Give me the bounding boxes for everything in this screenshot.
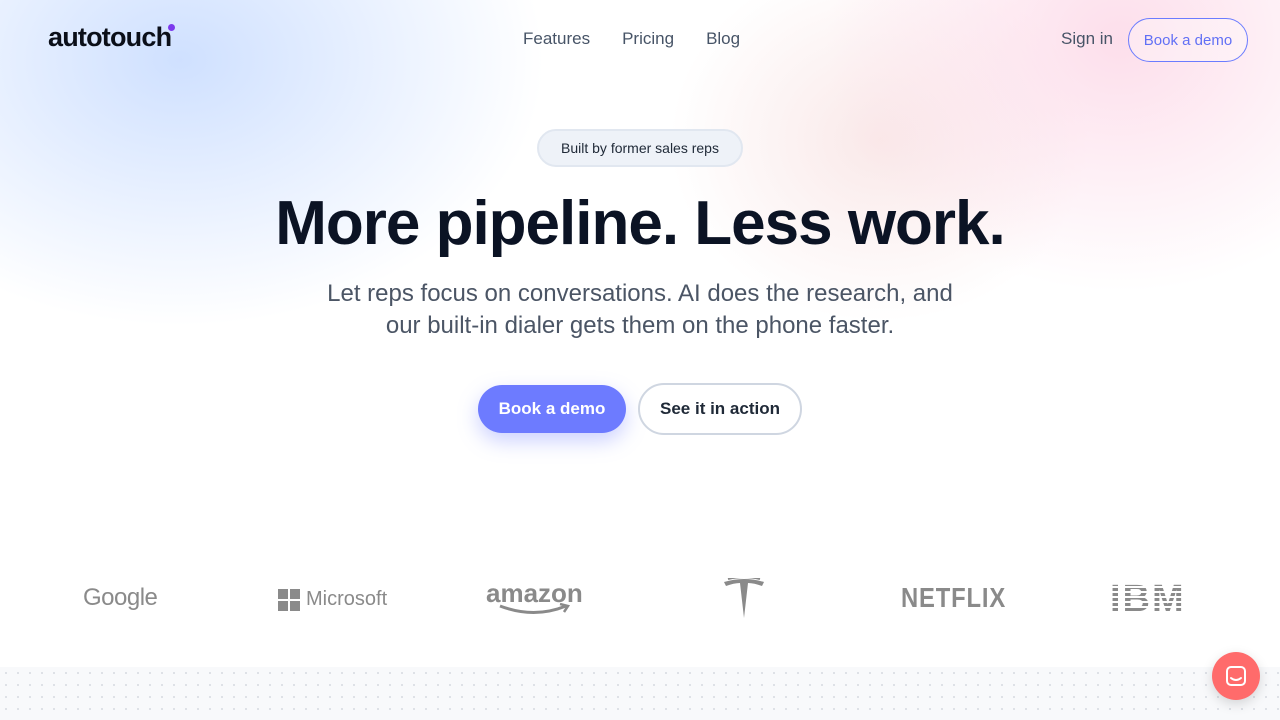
logo-dot-icon [168, 24, 176, 31]
nav-features[interactable]: Features [523, 29, 590, 49]
amazon-smile-icon [499, 603, 571, 614]
logo[interactable]: autotouch [48, 22, 176, 53]
hero-subtext: Let reps focus on conversations. AI does… [290, 278, 990, 342]
logo-text: autotouch [48, 22, 172, 52]
hero-book-demo-button[interactable]: Book a demo [478, 385, 626, 433]
hero-subtext-line-1: Let reps focus on conversations. AI does… [327, 280, 953, 307]
amazon-logo: amazon [486, 578, 583, 615]
main-nav: Features Pricing Blog [523, 29, 740, 49]
microsoft-grid-icon [278, 588, 300, 611]
google-logo: Google [83, 584, 158, 611]
hero-background [0, 0, 1280, 520]
chat-launcher-button[interactable] [1212, 652, 1260, 700]
tesla-logo-icon [722, 578, 766, 620]
see-in-action-button[interactable]: See it in action [638, 383, 802, 435]
hero-badge: Built by former sales reps [537, 129, 743, 167]
ibm-logo: IBM [1110, 578, 1186, 620]
netflix-logo: NETFLIX [901, 582, 1007, 613]
chat-bubble-icon [1226, 666, 1246, 686]
header-book-demo-button[interactable]: Book a demo [1128, 18, 1248, 62]
sign-in-link[interactable]: Sign in [1061, 29, 1113, 49]
nav-pricing[interactable]: Pricing [622, 29, 674, 49]
hero-headline: More pipeline. Less work. [275, 189, 1006, 258]
microsoft-logo-text: Microsoft [306, 588, 388, 610]
dotted-section-background [0, 667, 1280, 720]
nav-blog[interactable]: Blog [706, 29, 740, 49]
microsoft-logo: Microsoft [278, 588, 387, 611]
hero-subtext-line-2: our built-in dialer gets them on the pho… [385, 312, 895, 339]
